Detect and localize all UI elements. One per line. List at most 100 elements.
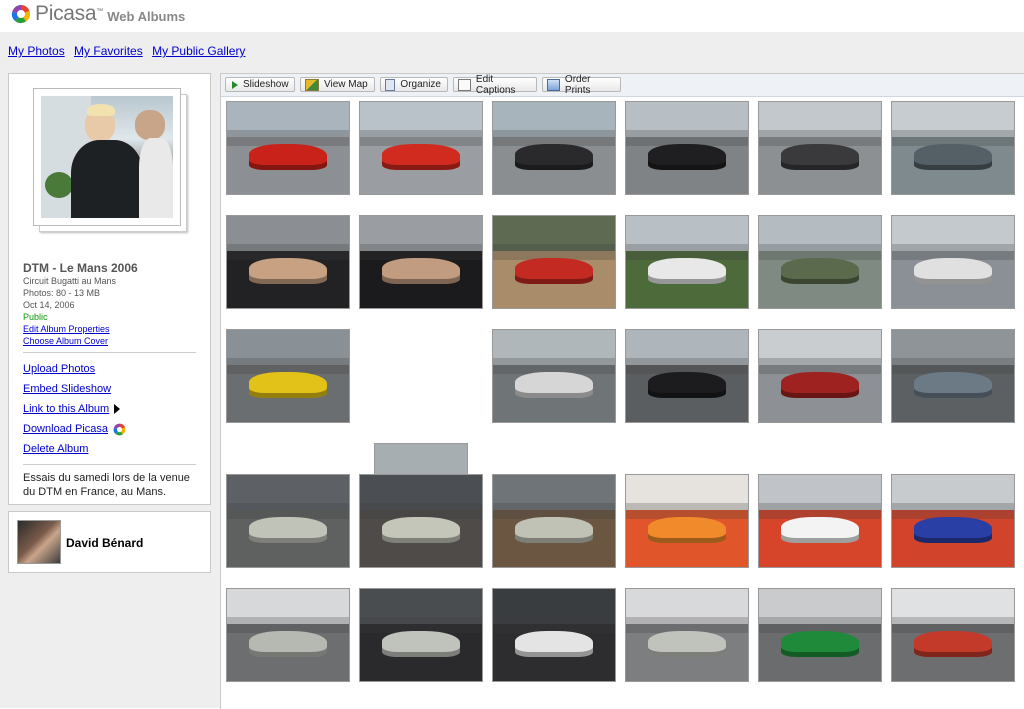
photo-subject	[780, 517, 860, 544]
product-name: Web Albums	[107, 8, 186, 24]
photo-subject	[514, 517, 594, 544]
nav-my-photos[interactable]: My Photos	[8, 44, 65, 58]
photo-subject	[248, 517, 328, 544]
expand-arrow-icon[interactable]	[114, 404, 121, 414]
upload-photos-link[interactable]: Upload Photos	[23, 359, 95, 379]
photo-thumbnail[interactable]	[758, 588, 882, 682]
photo-thumbnail[interactable]	[758, 474, 882, 568]
album-description: Essais du samedi lors de la venue du DTM…	[23, 472, 190, 498]
picasa-logo[interactable]: Picasa ™ Web Albums	[11, 2, 186, 25]
photo-subject	[647, 631, 727, 658]
photo-subject	[780, 258, 860, 285]
header-bar: Picasa ™ Web Albums	[0, 0, 1024, 32]
captions-icon	[458, 78, 471, 91]
brand-trademark: ™	[96, 7, 104, 15]
prints-icon	[547, 78, 560, 91]
divider	[23, 464, 196, 465]
photo-thumbnail[interactable]	[359, 101, 483, 195]
photo-thumbnail[interactable]	[226, 474, 350, 568]
album-details: DTM - Le Mans 2006 Circuit Bugatti au Ma…	[23, 261, 198, 499]
embed-slideshow-link[interactable]: Embed Slideshow	[23, 379, 111, 399]
photo-subject	[913, 517, 993, 544]
album-info-panel: DTM - Le Mans 2006 Circuit Bugatti au Ma…	[8, 73, 211, 505]
order-prints-label: Order Prints	[564, 73, 591, 96]
photo-subject	[514, 258, 594, 285]
photo-thumbnail[interactable]	[359, 588, 483, 682]
photo-thumbnail[interactable]	[226, 329, 350, 423]
owner-avatar[interactable]	[17, 520, 61, 564]
photo-thumbnail[interactable]	[891, 474, 1015, 568]
delete-album-link[interactable]: Delete Album	[23, 439, 88, 459]
photo-subject	[913, 258, 993, 285]
photo-thumbnail[interactable]	[492, 215, 616, 309]
brand-name: Picasa	[35, 2, 97, 25]
slideshow-label: Slideshow	[243, 79, 289, 90]
photo-thumbnail[interactable]	[625, 474, 749, 568]
download-picasa-link[interactable]: Download Picasa	[23, 419, 108, 439]
photo-thumbnail[interactable]	[359, 474, 483, 568]
view-map-label: View Map	[324, 79, 368, 90]
photo-subject	[514, 372, 594, 399]
photo-thumbnail[interactable]	[226, 101, 350, 195]
edit-album-properties-link[interactable]: Edit Album Properties	[23, 323, 198, 335]
nav-public-gallery[interactable]: My Public Gallery	[152, 44, 245, 58]
album-toolbar: Slideshow View Map Organize Edit Caption…	[221, 74, 1024, 97]
album-photo-count: Photos: 80 - 13 MB	[23, 288, 101, 298]
photo-subject	[248, 372, 328, 399]
view-map-button[interactable]: View Map	[300, 77, 375, 92]
slideshow-button[interactable]: Slideshow	[225, 77, 295, 92]
photo-thumbnail[interactable]	[359, 215, 483, 309]
album-date: Oct 14, 2006	[23, 300, 75, 310]
album-cover[interactable]	[33, 88, 187, 232]
photo-subject	[514, 144, 594, 171]
photo-thumbnail[interactable]	[492, 588, 616, 682]
photo-subject	[780, 372, 860, 399]
play-icon	[232, 80, 238, 89]
photo-subject	[647, 517, 727, 544]
photo-subject	[248, 631, 328, 658]
picasa-logo-icon	[11, 4, 31, 24]
photo-thumbnail[interactable]	[492, 474, 616, 568]
photo-thumbnail[interactable]	[492, 101, 616, 195]
owner-name[interactable]: David Bénard	[66, 536, 143, 550]
photo-thumbnail[interactable]	[891, 101, 1015, 195]
photo-thumbnail[interactable]	[226, 215, 350, 309]
album-visibility: Public	[23, 312, 48, 322]
photo-thumbnail[interactable]	[891, 588, 1015, 682]
photo-thumbnail[interactable]	[758, 215, 882, 309]
cover-stack-front	[33, 88, 181, 226]
photo-subject	[780, 144, 860, 171]
photo-thumbnail[interactable]	[625, 329, 749, 423]
picasa-small-icon	[113, 423, 126, 435]
photo-thumbnail[interactable]	[758, 101, 882, 195]
photo-subject	[381, 144, 461, 171]
photo-subject	[248, 144, 328, 171]
divider	[23, 352, 196, 353]
photo-thumbnail[interactable]	[492, 329, 616, 423]
photo-grid-panel: Slideshow View Map Organize Edit Caption…	[220, 73, 1024, 709]
photo-subject	[913, 631, 993, 658]
photo-subject	[647, 372, 727, 399]
photo-subject	[248, 258, 328, 285]
photo-subject	[913, 372, 993, 399]
nav-my-favorites[interactable]: My Favorites	[74, 44, 143, 58]
photo-subject	[780, 631, 860, 658]
link-to-album-link[interactable]: Link to this Album	[23, 399, 109, 419]
photo-thumbnail[interactable]	[625, 215, 749, 309]
choose-album-cover-link[interactable]: Choose Album Cover	[23, 335, 198, 347]
order-prints-button[interactable]: Order Prints	[542, 74, 621, 96]
photo-subject	[913, 144, 993, 171]
photo-thumbnail[interactable]	[891, 215, 1015, 309]
edit-captions-button[interactable]: Edit Captions	[453, 74, 537, 96]
photo-thumbnail[interactable]	[625, 101, 749, 195]
photo-thumbnail[interactable]	[758, 329, 882, 423]
photo-subject	[514, 631, 594, 658]
photo-thumbnail[interactable]	[625, 588, 749, 682]
photo-subject	[647, 258, 727, 285]
photo-thumbnail[interactable]	[226, 588, 350, 682]
album-title: DTM - Le Mans 2006	[23, 261, 138, 275]
edit-captions-label: Edit Captions	[475, 73, 516, 96]
photo-thumbnail[interactable]	[891, 329, 1015, 423]
map-icon	[305, 78, 319, 91]
organize-button[interactable]: Organize	[380, 77, 448, 92]
